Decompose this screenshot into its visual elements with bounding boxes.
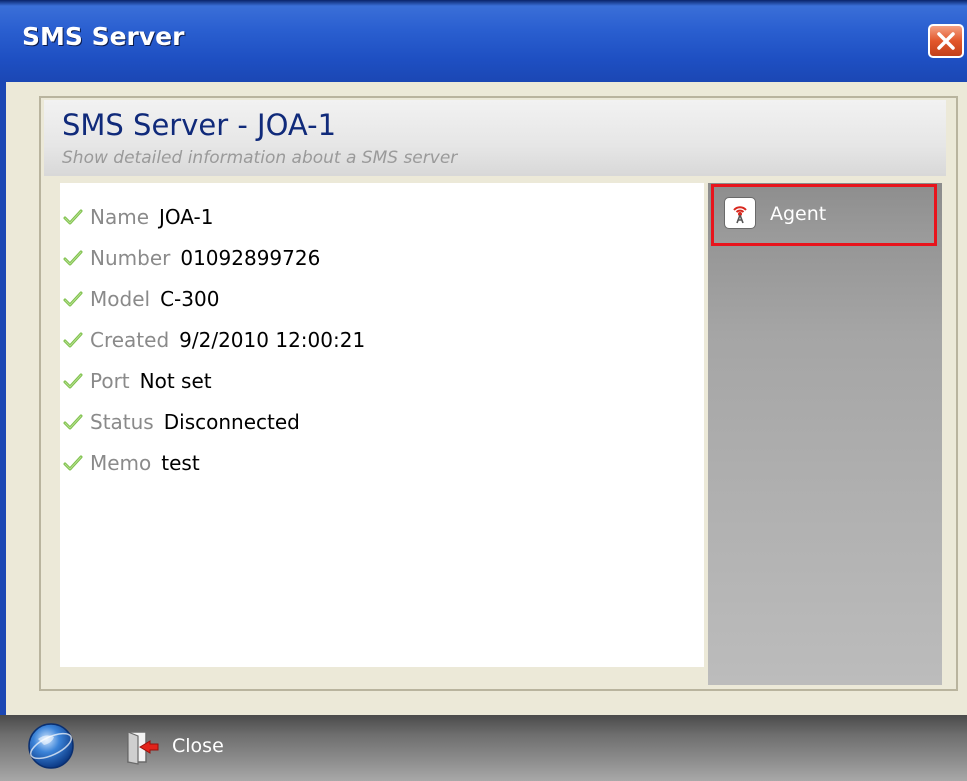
check-icon [63,250,83,265]
window-title: SMS Server [22,22,185,51]
check-icon [63,332,83,347]
panel-title: SMS Server - JOA-1 [62,108,337,142]
check-icon [63,209,83,224]
globe-icon[interactable] [26,721,76,771]
sidebar-item-agent[interactable]: Agent [711,184,937,246]
field-value: Not set [139,368,212,393]
field-label: Status [90,409,154,434]
exit-door-icon [127,731,159,765]
check-icon [63,291,83,306]
field-row-memo: Memo test [60,442,365,483]
field-label: Model [90,286,151,311]
field-row-number: Number 01092899726 [60,237,365,278]
antenna-icon [724,197,756,229]
field-row-model: Model C-300 [60,278,365,319]
field-list: Name JOA-1 Number 01092899726 Model C-30… [60,196,365,483]
field-value: JOA-1 [159,204,214,229]
field-label: Created [90,327,170,352]
field-row-name: Name JOA-1 [60,196,365,237]
field-value: 9/2/2010 12:00:21 [179,327,366,352]
close-icon [937,32,955,50]
check-icon [63,414,83,429]
field-row-status: Status Disconnected [60,401,365,442]
title-bar[interactable]: SMS Server [0,0,967,82]
sidebar-item-label: Agent [770,203,827,225]
field-label: Port [90,368,130,393]
field-value: Disconnected [163,409,300,434]
window-frame-left [0,82,6,722]
field-label: Name [90,204,150,229]
field-row-port: Port Not set [60,360,365,401]
field-row-created: Created 9/2/2010 12:00:21 [60,319,365,360]
field-label: Number [90,245,171,270]
field-label: Memo [90,450,152,475]
panel-subtitle: Show detailed information about a SMS se… [62,148,458,168]
action-sidebar [708,183,942,685]
window-close-button[interactable] [928,24,964,58]
sms-server-window: SMS Server SMS Server - JOA-1 Show detai… [0,0,967,781]
check-icon [63,455,83,470]
field-value: 01092899726 [180,245,321,270]
field-value: test [161,450,200,475]
close-button-label: Close [172,735,224,757]
field-value: C-300 [160,286,220,311]
check-icon [63,373,83,388]
